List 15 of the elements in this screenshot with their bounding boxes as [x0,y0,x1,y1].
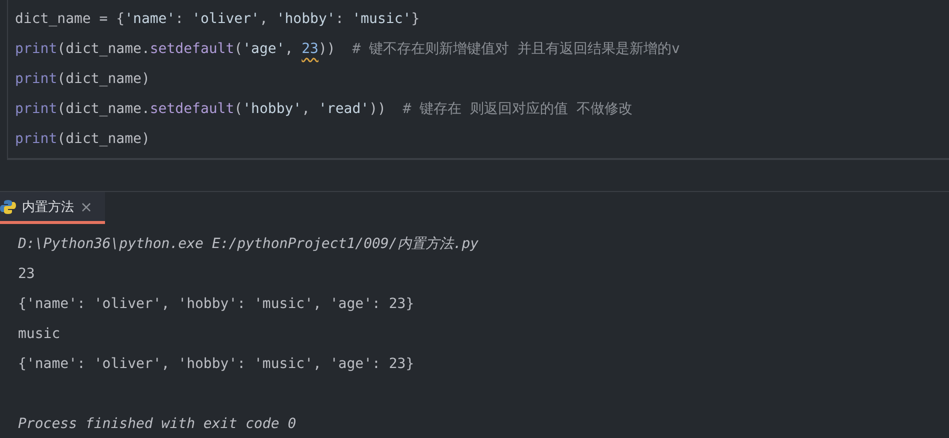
console-line: D:\Python36\python.exe E:/pythonProject1/009/内置方法.py [18,235,480,254]
console-line: {'name': 'oliver', 'hobby': 'music', 'age': 23} [18,355,416,374]
close-icon[interactable]: × [80,198,93,216]
code-line: print(dict_name) [15,130,151,149]
console-line: Process finished with exit code 0 [18,415,298,434]
console-line: 23 [18,265,36,284]
python-icon [0,198,16,214]
run-tab[interactable]: 内置方法 × [0,192,105,224]
code-line: print(dict_name.setdefault('hobby', 'read')) # 键存在 则返回对应的值 不做修改 [15,100,634,119]
code-line: dict_name = {'name': 'oliver', 'hobby': 'music'} [15,10,421,29]
console-line: {'name': 'oliver', 'hobby': 'music', 'age': 23} [18,295,416,314]
console-line: music [18,325,62,344]
code-line: print(dict_name.setdefault('age', 23)) # 键不存在则新增键值对 并且有返回结果是新增的v [15,40,681,59]
code-editor[interactable] [7,0,949,160]
code-line: print(dict_name) [15,70,151,89]
